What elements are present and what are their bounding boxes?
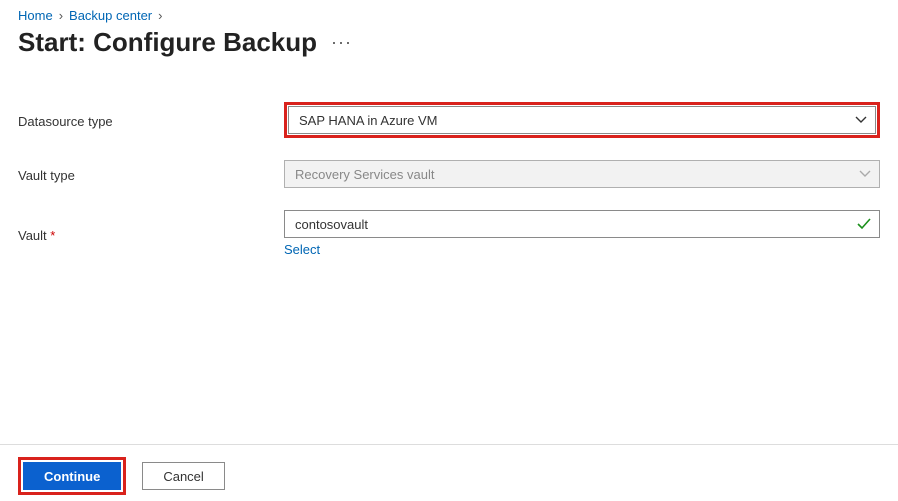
datasource-type-value: SAP HANA in Azure VM xyxy=(299,113,438,128)
more-actions-button[interactable]: ··· xyxy=(331,32,352,53)
highlight-datasource-type: SAP HANA in Azure VM xyxy=(284,102,880,138)
vault-type-value: Recovery Services vault xyxy=(295,167,434,182)
datasource-type-select[interactable]: SAP HANA in Azure VM xyxy=(288,106,876,134)
breadcrumb-backup-center[interactable]: Backup center xyxy=(69,8,152,23)
vault-label: Vault * xyxy=(18,226,284,243)
vault-type-label: Vault type xyxy=(18,166,284,183)
form-row-vault: Vault * contosovault Select xyxy=(18,210,880,259)
vault-select-link[interactable]: Select xyxy=(284,242,320,257)
page-title: Start: Configure Backup xyxy=(18,27,317,58)
breadcrumb-home[interactable]: Home xyxy=(18,8,53,23)
footer: Continue Cancel xyxy=(0,444,898,501)
check-icon xyxy=(857,218,871,230)
cancel-button[interactable]: Cancel xyxy=(142,462,224,490)
highlight-continue: Continue xyxy=(18,457,126,495)
continue-button[interactable]: Continue xyxy=(23,462,121,490)
chevron-down-icon xyxy=(859,170,871,178)
datasource-type-label: Datasource type xyxy=(18,112,284,129)
vault-input[interactable]: contosovault xyxy=(284,210,880,238)
form-row-vault-type: Vault type Recovery Services vault xyxy=(18,160,880,188)
chevron-right-icon: › xyxy=(158,8,162,23)
breadcrumb: Home › Backup center › xyxy=(18,8,880,23)
vault-value: contosovault xyxy=(295,217,368,232)
chevron-down-icon xyxy=(855,116,867,124)
vault-type-select: Recovery Services vault xyxy=(284,160,880,188)
form-row-datasource-type: Datasource type SAP HANA in Azure VM xyxy=(18,102,880,138)
page-title-row: Start: Configure Backup ··· xyxy=(18,27,880,58)
chevron-right-icon: › xyxy=(59,8,63,23)
